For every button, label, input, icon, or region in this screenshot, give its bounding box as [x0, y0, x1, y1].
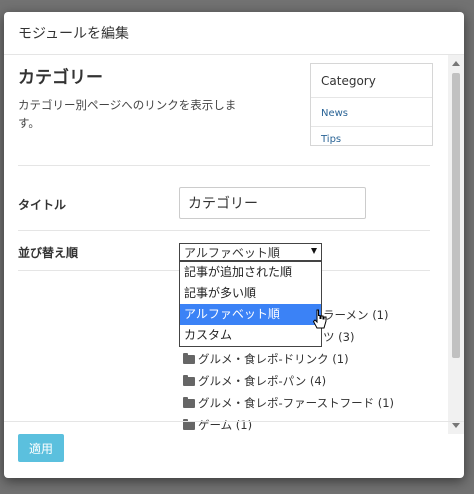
sort-option-selected[interactable]: アルファベット順	[180, 304, 321, 325]
divider	[18, 165, 430, 166]
category-item-label: グルメ・食レポ-ファーストフード (1)	[198, 396, 395, 410]
folder-icon	[183, 352, 195, 364]
module-description: カテゴリー別ページへのリンクを表示します。	[18, 98, 237, 130]
preview-title: Category	[321, 74, 376, 88]
sort-option[interactable]: 記事が追加された順	[180, 262, 321, 283]
folder-icon	[183, 374, 195, 386]
preview-divider	[311, 126, 432, 127]
scrollbar-thumb[interactable]	[452, 73, 460, 358]
category-item-label: ラーメン (1)	[323, 308, 389, 322]
module-heading: カテゴリー	[18, 68, 103, 88]
category-item-label: グルメ・食レポ-ドリンク (1)	[198, 352, 349, 366]
preview-divider	[311, 97, 432, 98]
sort-option[interactable]: 記事が多い順	[180, 283, 321, 304]
preview-link-news[interactable]: News	[321, 108, 348, 119]
modal-header: モジュールを編集	[4, 12, 464, 55]
sort-dropdown-list: 記事が追加された順 記事が多い順 アルファベット順 カスタム	[179, 261, 322, 347]
modal-scrollbar[interactable]	[448, 55, 464, 434]
category-preview: Category News Tips	[310, 63, 433, 146]
module-info: カテゴリー カテゴリー別ページへのリンクを表示します。	[18, 63, 258, 132]
modal-footer: 適用	[4, 421, 464, 478]
sort-option[interactable]: カスタム	[180, 325, 321, 346]
category-item: ラーメン (1)	[323, 307, 389, 323]
category-item-label: ツ (3)	[323, 330, 355, 344]
dropdown-arrow-icon	[311, 248, 317, 254]
folder-icon	[183, 396, 195, 408]
mouse-pointer-icon	[312, 309, 327, 329]
edit-module-modal: モジュールを編集 カテゴリー カテゴリー別ページへのリンクを表示します。 Cat…	[4, 12, 464, 478]
title-input[interactable]: カテゴリー	[179, 187, 366, 219]
title-label: タイトル	[18, 198, 67, 212]
category-item: グルメ・食レポ-ファーストフード (1)	[183, 395, 394, 411]
sort-label: 並び替え順	[18, 246, 79, 260]
category-item: グルメ・食レポ-パン (4)	[183, 373, 326, 389]
apply-button[interactable]: 適用	[18, 434, 64, 462]
sort-select-value: アルファベット順	[184, 245, 280, 260]
category-item-label: グルメ・食レポ-パン (4)	[198, 374, 327, 388]
category-item: ツ (3)	[323, 329, 354, 345]
divider	[18, 230, 430, 231]
modal-title: モジュールを編集	[18, 26, 130, 42]
scroll-up-icon[interactable]	[452, 61, 460, 66]
category-item: グルメ・食レポ-ドリンク (1)	[183, 351, 349, 367]
preview-link-tips[interactable]: Tips	[321, 134, 341, 145]
modal-body: カテゴリー カテゴリー別ページへのリンクを表示します。 Category New…	[4, 55, 448, 434]
sort-select[interactable]: アルファベット順	[179, 243, 322, 261]
